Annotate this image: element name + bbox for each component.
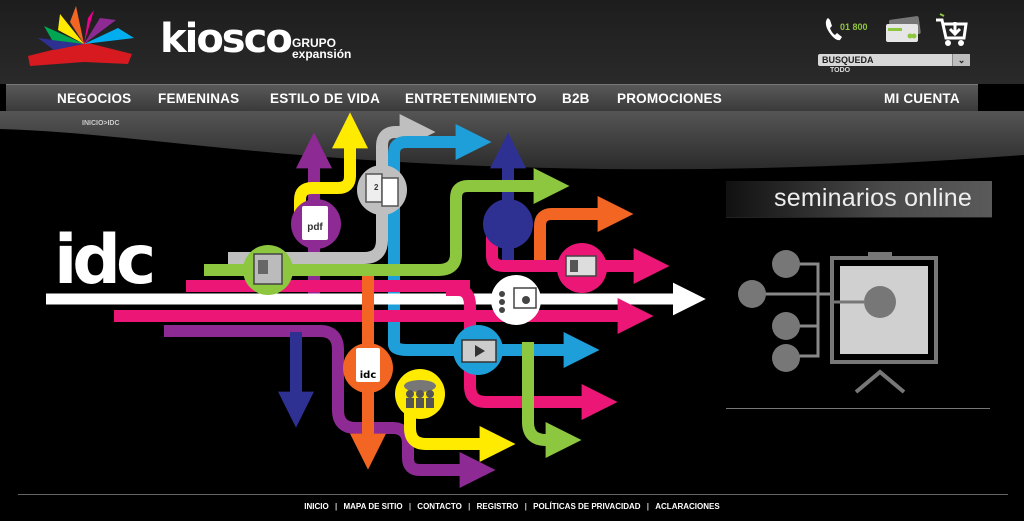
group-badge[interactable] bbox=[395, 369, 445, 419]
cart-icon[interactable] bbox=[934, 12, 968, 48]
nav-item-entretenimiento[interactable]: ENTRETENIMIENTO bbox=[405, 91, 537, 106]
documents-badge[interactable]: 2 bbox=[357, 165, 407, 215]
idc-document-icon: idc bbox=[360, 370, 377, 381]
nav-item-b2b[interactable]: B2B bbox=[562, 91, 590, 106]
seminars-header[interactable]: seminarios online bbox=[726, 181, 992, 218]
main-nav: NEGOCIOS FEMENINAS ESTILO DE VIDA ENTRET… bbox=[6, 84, 978, 111]
video-badge[interactable] bbox=[453, 325, 503, 375]
book-logo-icon bbox=[28, 6, 134, 66]
phone-number[interactable]: 01 800 bbox=[840, 22, 868, 32]
footer-link-politicas[interactable]: POLÍTICAS DE PRIVACIDAD bbox=[529, 502, 644, 511]
header: kiosco GRUPO expansión 01 800 BUSQUEDA ⌄… bbox=[0, 0, 1024, 84]
seminars-divider bbox=[726, 408, 990, 409]
pdf-icon: pdf bbox=[307, 222, 323, 233]
search-select[interactable]: BUSQUEDA ⌄ bbox=[818, 54, 970, 66]
pdf-badge[interactable]: pdf bbox=[291, 199, 341, 249]
search-scope: TODO bbox=[830, 67, 851, 74]
header-icons: 01 800 bbox=[824, 12, 974, 52]
seminars-title: seminarios online bbox=[774, 184, 972, 212]
brand-name: kiosco bbox=[160, 16, 293, 62]
nav-item-estilo-de-vida[interactable]: ESTILO DE VIDA bbox=[270, 91, 380, 106]
sitemap-badge[interactable] bbox=[491, 275, 541, 325]
video-badge-right[interactable] bbox=[557, 243, 607, 293]
footer-separator: | bbox=[646, 502, 650, 511]
footer-link-inicio[interactable]: INICIO bbox=[300, 502, 332, 511]
footer-separator: | bbox=[468, 502, 471, 511]
search-select-value: BUSQUEDA bbox=[822, 55, 874, 65]
idc-document-badge[interactable]: idc bbox=[343, 343, 393, 393]
nav-item-promociones[interactable]: PROMOCIONES bbox=[617, 91, 722, 106]
kiosco-logo[interactable]: kiosco GRUPO expansión bbox=[24, 4, 384, 68]
footer-link-contacto[interactable]: CONTACTO bbox=[413, 502, 466, 511]
footer-separator: | bbox=[524, 502, 527, 511]
footer-link-mapa-de-sitio[interactable]: MAPA DE SITIO bbox=[339, 502, 406, 511]
idc-title: idc bbox=[54, 221, 156, 300]
circle-badge[interactable] bbox=[483, 199, 533, 249]
nav-item-femeninas[interactable]: FEMENINAS bbox=[158, 91, 239, 106]
idc-arrows-graphic: pdf 2 idc bbox=[46, 112, 706, 488]
footer-separator: | bbox=[334, 502, 338, 511]
group-line-2: expansión bbox=[292, 47, 352, 61]
footer-separator: | bbox=[408, 502, 412, 511]
nav-item-mi-cuenta[interactable]: MI CUENTA bbox=[884, 91, 960, 106]
footer: INICIO | MAPA DE SITIO | CONTACTO | REGI… bbox=[0, 502, 1024, 511]
presentation-badge[interactable] bbox=[243, 245, 293, 295]
card-icon[interactable] bbox=[884, 16, 924, 44]
footer-link-registro[interactable]: REGISTRO bbox=[473, 502, 523, 511]
footer-divider bbox=[18, 494, 1008, 495]
footer-link-aclaraciones[interactable]: ACLARACIONES bbox=[651, 502, 723, 511]
nav-item-negocios[interactable]: NEGOCIOS bbox=[57, 91, 131, 106]
chevron-down-icon[interactable]: ⌄ bbox=[952, 54, 970, 66]
seminars-presentation-icon[interactable] bbox=[736, 246, 956, 396]
group-label: GRUPO expansión bbox=[292, 37, 352, 61]
documents-icon: 2 bbox=[374, 183, 379, 192]
